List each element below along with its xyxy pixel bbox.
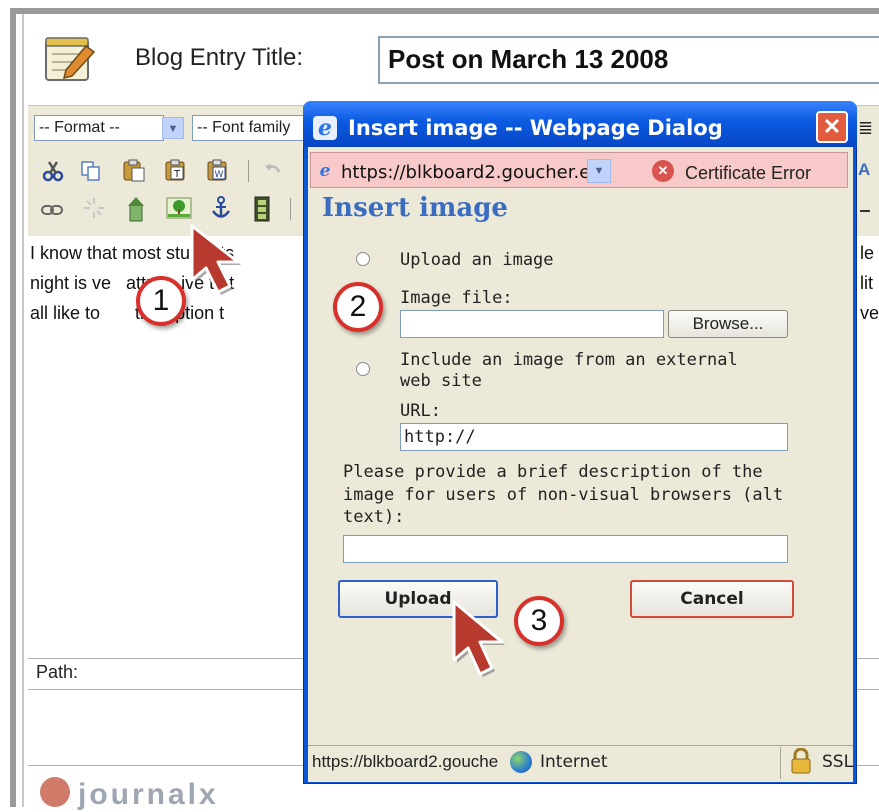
editor-line-fragment: ve — [860, 303, 879, 323]
path-label: Path: — [36, 662, 79, 682]
lock-icon[interactable] — [790, 747, 812, 774]
image-file-input[interactable] — [400, 310, 664, 338]
page-frame-left — [10, 8, 16, 807]
alt-text-label-cont2: text): — [343, 507, 405, 527]
blog-entry-title-input[interactable]: Post on March 13 2008 — [378, 36, 879, 84]
alt-text-label: Please provide a brief description of th… — [343, 462, 763, 482]
insert-image-icon[interactable] — [166, 196, 192, 225]
address-url[interactable]: https://blkboard2.goucher.ec — [341, 162, 591, 183]
external-image-option-label: Include an image from an external — [400, 350, 738, 370]
page-frame-top — [10, 8, 879, 14]
pointer-arrow-icon — [452, 600, 505, 677]
anchor-icon[interactable] — [210, 196, 232, 225]
page-icon: e — [319, 161, 331, 181]
toolbar-separator — [290, 198, 291, 220]
url-input[interactable]: http:// — [400, 423, 788, 451]
internet-explorer-icon: e — [313, 116, 337, 140]
upload-image-option-label: Upload an image — [400, 250, 554, 270]
unlink-icon[interactable] — [82, 196, 106, 225]
paste-text-icon[interactable]: T — [164, 158, 188, 187]
editor-line: I know that most students — [30, 243, 235, 263]
certificate-error-label[interactable]: Certificate Error — [685, 163, 811, 184]
editor-line-fragment: lit — [860, 273, 873, 293]
svg-text:W: W — [215, 170, 224, 180]
page-frame-inner — [22, 14, 24, 807]
pointer-arrow-icon — [190, 224, 241, 295]
editor-body-text-right: le lit ve — [860, 238, 879, 328]
alt-text-input[interactable] — [343, 535, 788, 563]
ssl-label: SSL — [822, 752, 854, 772]
cancel-button[interactable]: Cancel — [630, 580, 794, 618]
font-family-select[interactable]: -- Font family — [192, 115, 304, 141]
notepad-icon — [42, 32, 98, 84]
format-select-arrow-icon[interactable]: ▼ — [162, 117, 184, 139]
address-dropdown-icon[interactable]: ▼ — [587, 159, 611, 183]
callout-badge: 3 — [514, 596, 564, 646]
format-select[interactable]: -- Format -- — [34, 115, 164, 141]
editor-line-fragment: le — [860, 243, 875, 263]
globe-icon — [510, 751, 532, 773]
close-button[interactable]: ✕ — [816, 111, 848, 143]
dialog-title: Insert image -- Webpage Dialog — [348, 116, 723, 140]
url-label: URL: — [400, 401, 441, 421]
upload-image-radio[interactable] — [356, 252, 370, 266]
browse-button[interactable]: Browse... — [668, 310, 788, 338]
journalx-logo-mark — [40, 777, 70, 807]
external-image-option-label-cont: web site — [400, 371, 482, 391]
spellcheck-icon[interactable]: A — [858, 160, 879, 182]
undo-icon[interactable] — [262, 160, 284, 187]
dialog-heading: Insert image — [322, 193, 508, 223]
status-separator — [780, 747, 781, 779]
copy-icon[interactable] — [80, 160, 102, 187]
paste-word-icon[interactable]: W — [206, 158, 230, 187]
callout-badge: 1 — [136, 276, 186, 326]
paste-icon[interactable] — [122, 158, 146, 187]
alt-text-label-cont: image for users of non-visual browsers (… — [343, 485, 784, 505]
svg-text:T: T — [173, 169, 181, 180]
security-zone-label: Internet — [540, 752, 608, 772]
status-url: https://blkboard2.goucher.edu — [312, 752, 498, 771]
callout-badge: 2 — [333, 282, 383, 332]
cut-icon[interactable] — [42, 160, 64, 187]
insert-file-icon[interactable] — [126, 196, 146, 227]
toolbar-separator — [248, 160, 249, 182]
align-justify-icon[interactable]: ≣ — [858, 118, 879, 138]
blog-entry-title-label: Blog Entry Title: — [135, 44, 304, 71]
certificate-error-icon[interactable]: ✕ — [652, 160, 674, 182]
horizontal-rule-icon[interactable] — [860, 210, 870, 212]
image-file-label: Image file: — [400, 288, 513, 308]
external-image-radio[interactable] — [356, 362, 370, 376]
link-icon[interactable] — [40, 200, 64, 225]
